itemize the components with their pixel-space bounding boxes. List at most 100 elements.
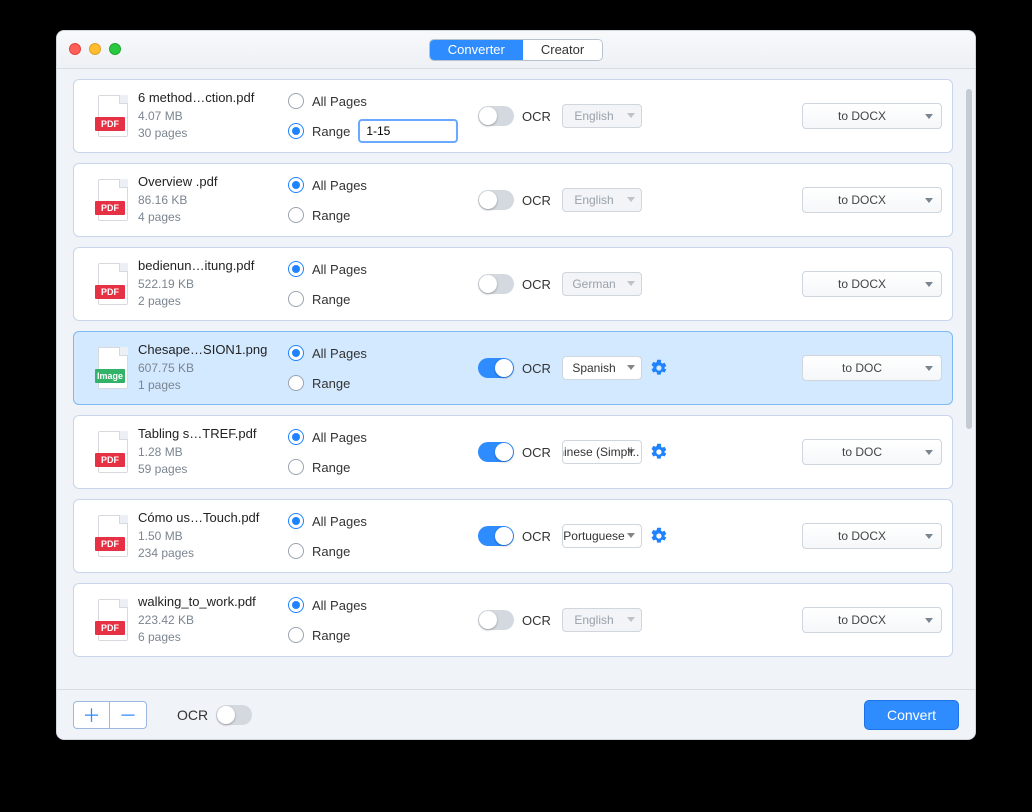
chevron-down-icon [627, 365, 635, 370]
footer: ＋ － OCR Convert [57, 689, 975, 739]
footer-ocr-toggle[interactable] [216, 705, 252, 725]
file-name: bedienun…itung.pdf [138, 257, 288, 276]
file-type-badge: PDF [95, 285, 125, 299]
range-label: Range [312, 628, 350, 643]
file-row[interactable]: PDFCómo us…Touch.pdf1.50 MB234 pagesAll … [73, 499, 953, 573]
add-file-button[interactable]: ＋ [74, 702, 110, 728]
pdf-file-icon: PDF [96, 263, 130, 305]
range-radio[interactable] [288, 375, 304, 391]
file-row[interactable]: ImageChesape…SION1.png607.75 KB1 pagesAl… [73, 331, 953, 405]
range-input[interactable] [358, 119, 458, 143]
file-name: walking_to_work.pdf [138, 593, 288, 612]
close-window-button[interactable] [69, 43, 81, 55]
file-type-badge: Image [95, 369, 125, 383]
file-pages: 234 pages [138, 545, 288, 562]
chevron-down-icon [627, 281, 635, 286]
chevron-down-icon [627, 197, 635, 202]
ocr-toggle[interactable] [478, 190, 514, 210]
file-row[interactable]: PDFTabling s…TREF.pdf1.28 MB59 pagesAll … [73, 415, 953, 489]
all-pages-radio[interactable] [288, 93, 304, 109]
convert-button[interactable]: Convert [864, 700, 959, 730]
range-label: Range [312, 544, 350, 559]
format-dropdown[interactable]: to DOCX [802, 187, 942, 213]
zoom-window-button[interactable] [109, 43, 121, 55]
range-radio[interactable] [288, 459, 304, 475]
all-pages-label: All Pages [312, 514, 367, 529]
all-pages-radio[interactable] [288, 177, 304, 193]
ocr-toggle[interactable] [478, 442, 514, 462]
all-pages-label: All Pages [312, 430, 367, 445]
ocr-toggle[interactable] [478, 610, 514, 630]
file-list: PDF6 method…ction.pdf4.07 MB30 pagesAll … [57, 69, 961, 689]
file-size: 4.07 MB [138, 108, 288, 125]
chevron-down-icon [627, 533, 635, 538]
image-file-icon: Image [96, 347, 130, 389]
file-pages: 2 pages [138, 293, 288, 310]
format-dropdown[interactable]: to DOCX [802, 607, 942, 633]
tab-converter[interactable]: Converter [430, 40, 523, 60]
language-dropdown[interactable]: Chinese (Simpli.. [562, 440, 642, 464]
file-pages: 30 pages [138, 125, 288, 142]
range-radio[interactable] [288, 627, 304, 643]
minimize-window-button[interactable] [89, 43, 101, 55]
remove-file-button[interactable]: － [110, 702, 146, 728]
gear-icon[interactable] [650, 443, 668, 461]
file-row[interactable]: PDF6 method…ction.pdf4.07 MB30 pagesAll … [73, 79, 953, 153]
ocr-label: OCR [522, 193, 554, 208]
format-dropdown[interactable]: to DOCX [802, 271, 942, 297]
window-controls [69, 43, 121, 55]
chevron-down-icon [925, 534, 933, 539]
ocr-toggle[interactable] [478, 106, 514, 126]
range-label: Range [312, 460, 350, 475]
tab-creator[interactable]: Creator [523, 40, 602, 60]
pdf-file-icon: PDF [96, 95, 130, 137]
file-type-badge: PDF [95, 453, 125, 467]
all-pages-radio[interactable] [288, 345, 304, 361]
format-dropdown[interactable]: to DOC [802, 355, 942, 381]
format-dropdown[interactable]: to DOCX [802, 523, 942, 549]
range-label: Range [312, 124, 350, 139]
scrollbar[interactable] [961, 69, 975, 689]
all-pages-radio[interactable] [288, 513, 304, 529]
file-size: 223.42 KB [138, 612, 288, 629]
file-pages: 59 pages [138, 461, 288, 478]
titlebar: Converter Creator [57, 31, 975, 69]
chevron-down-icon [627, 113, 635, 118]
ocr-toggle[interactable] [478, 526, 514, 546]
ocr-toggle[interactable] [478, 274, 514, 294]
range-radio[interactable] [288, 123, 304, 139]
all-pages-radio[interactable] [288, 261, 304, 277]
all-pages-label: All Pages [312, 94, 367, 109]
gear-icon[interactable] [650, 527, 668, 545]
add-remove-control: ＋ － [73, 701, 147, 729]
ocr-label: OCR [522, 529, 554, 544]
range-radio[interactable] [288, 543, 304, 559]
language-dropdown: German [562, 272, 642, 296]
range-label: Range [312, 208, 350, 223]
file-row[interactable]: PDFwalking_to_work.pdf223.42 KB6 pagesAl… [73, 583, 953, 657]
file-size: 522.19 KB [138, 276, 288, 293]
range-label: Range [312, 376, 350, 391]
format-dropdown[interactable]: to DOC [802, 439, 942, 465]
chevron-down-icon [925, 198, 933, 203]
chevron-down-icon [627, 617, 635, 622]
pdf-file-icon: PDF [96, 179, 130, 221]
format-dropdown[interactable]: to DOCX [802, 103, 942, 129]
file-row[interactable]: PDFOverview .pdf86.16 KB4 pagesAll Pages… [73, 163, 953, 237]
ocr-toggle[interactable] [478, 358, 514, 378]
range-radio[interactable] [288, 207, 304, 223]
all-pages-radio[interactable] [288, 429, 304, 445]
language-dropdown[interactable]: Portuguese [562, 524, 642, 548]
language-dropdown[interactable]: Spanish [562, 356, 642, 380]
file-pages: 1 pages [138, 377, 288, 394]
all-pages-radio[interactable] [288, 597, 304, 613]
ocr-label: OCR [522, 109, 554, 124]
all-pages-label: All Pages [312, 346, 367, 361]
gear-icon[interactable] [650, 359, 668, 377]
file-row[interactable]: PDFbedienun…itung.pdf522.19 KB2 pagesAll… [73, 247, 953, 321]
chevron-down-icon [925, 618, 933, 623]
chevron-down-icon [925, 450, 933, 455]
range-radio[interactable] [288, 291, 304, 307]
scrollbar-thumb[interactable] [966, 89, 972, 429]
file-type-badge: PDF [95, 621, 125, 635]
